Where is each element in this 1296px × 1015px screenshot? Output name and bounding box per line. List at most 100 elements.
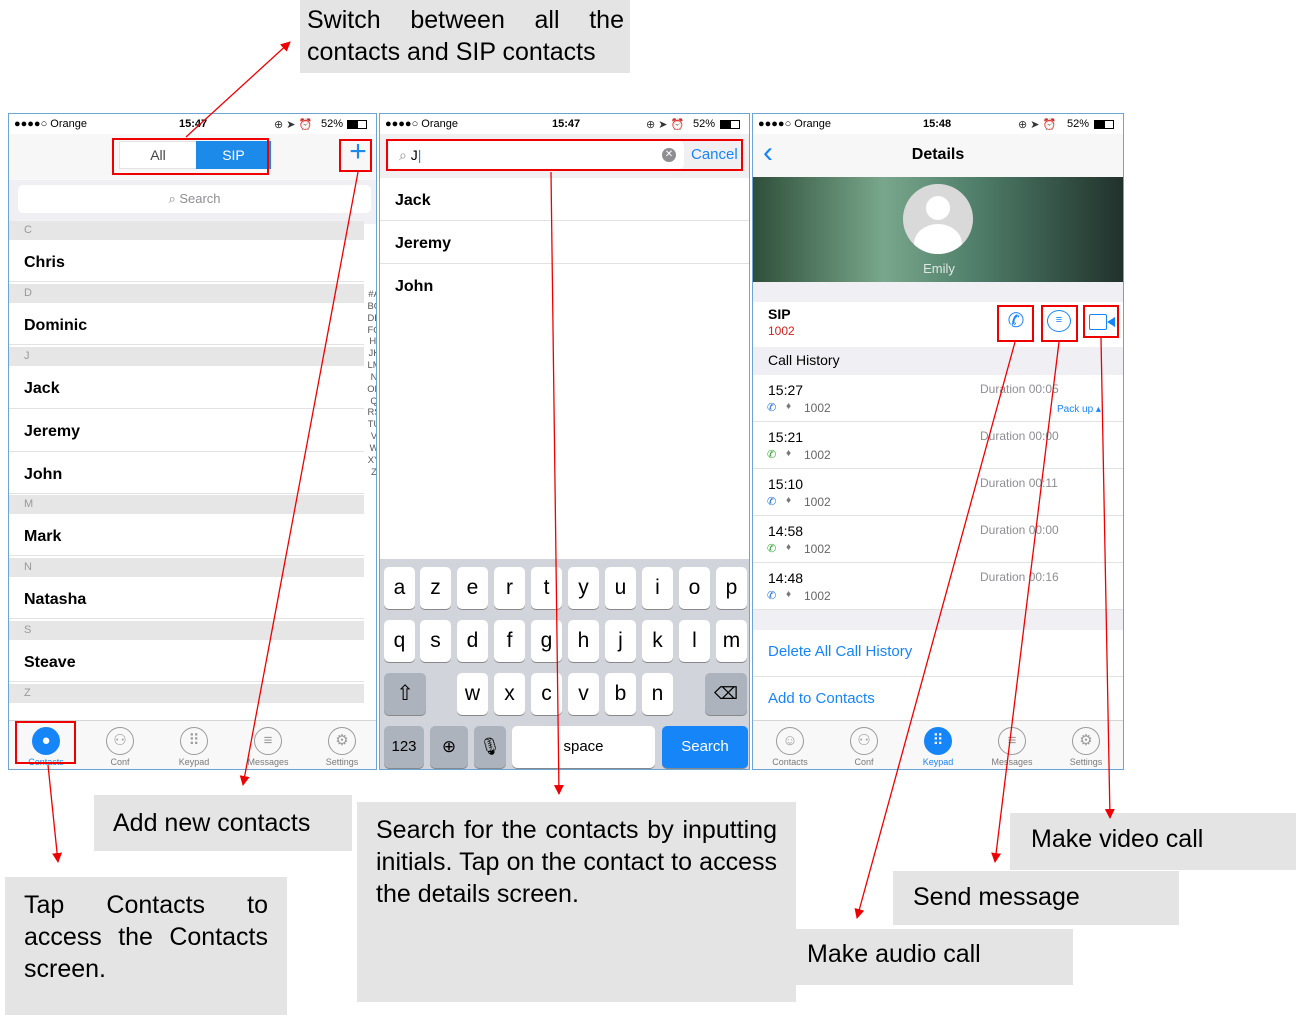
status-icons: ⊕ ➤ ⏰ bbox=[646, 119, 685, 131]
section-header: C bbox=[9, 221, 364, 240]
key[interactable]: w bbox=[457, 673, 488, 715]
space-key[interactable]: space bbox=[512, 726, 655, 768]
carrier: ●●●●○ Orange bbox=[385, 118, 458, 130]
messages-icon: ≡ bbox=[998, 727, 1026, 755]
microphone-icon: 🎙 bbox=[479, 737, 501, 756]
tab-messages[interactable]: ≡ Messages bbox=[231, 721, 305, 769]
key[interactable]: v bbox=[568, 673, 599, 715]
key[interactable]: p bbox=[716, 567, 747, 609]
call-direction-icon: ✆ bbox=[767, 496, 777, 508]
tab-contacts[interactable]: ☺ Contacts bbox=[753, 721, 827, 769]
numbers-key[interactable]: 123 bbox=[384, 726, 424, 768]
settings-icon: ⚙ bbox=[1072, 727, 1100, 755]
tab-keypad[interactable]: ⠿ Keypad bbox=[901, 721, 975, 769]
add-to-contacts-button[interactable]: Add to Contacts bbox=[753, 677, 1123, 722]
globe-key[interactable]: ⊕ bbox=[430, 726, 468, 768]
key[interactable]: f bbox=[494, 620, 525, 662]
key[interactable]: o bbox=[679, 567, 710, 609]
list-item[interactable]: Jack bbox=[380, 178, 749, 221]
section-header: Z bbox=[9, 684, 364, 703]
list-item[interactable]: Dominic bbox=[9, 303, 364, 345]
key[interactable]: a bbox=[384, 567, 415, 609]
call-duration: Duration 00:11 bbox=[980, 476, 1058, 490]
search-key[interactable]: Search bbox=[662, 726, 748, 768]
key[interactable]: q bbox=[384, 620, 415, 662]
key[interactable]: i bbox=[642, 567, 673, 609]
callout-message: Send message bbox=[893, 871, 1179, 925]
tab-conf[interactable]: ⚇ Conf bbox=[827, 721, 901, 769]
call-direction-icon: ✆ bbox=[767, 449, 777, 461]
key[interactable]: x bbox=[494, 673, 525, 715]
call-history-row[interactable]: 15:10 ✆ ♦ 1002 Duration 00:11 bbox=[753, 469, 1123, 516]
key[interactable]: s bbox=[420, 620, 451, 662]
list-item[interactable]: John bbox=[9, 452, 364, 494]
list-item[interactable]: Jeremy bbox=[9, 409, 364, 452]
delete-all-history-button[interactable]: Delete All Call History bbox=[753, 630, 1123, 677]
backspace-key[interactable]: ⌫ bbox=[705, 673, 747, 715]
call-history-row[interactable]: 14:58 ✆ ♦ 1002 Duration 00:00 bbox=[753, 516, 1123, 563]
search-input[interactable]: ⌕ Search bbox=[18, 185, 371, 213]
key[interactable]: h bbox=[568, 620, 599, 662]
callout-tap-contacts: Tap Contacts to access the Contacts scre… bbox=[5, 877, 287, 1015]
list-item[interactable]: Jack bbox=[9, 366, 364, 409]
section-index[interactable]: #ABCDEFGHIJKLMNOPQRSTUVWXYZ bbox=[367, 288, 376, 478]
key[interactable]: d bbox=[457, 620, 488, 662]
key[interactable]: e bbox=[457, 567, 488, 609]
key[interactable]: b bbox=[605, 673, 636, 715]
call-history-row[interactable]: 15:21 ✆ ♦ 1002 Duration 00:00 bbox=[753, 422, 1123, 469]
tab-keypad[interactable]: ⠿ Keypad bbox=[157, 721, 231, 769]
key[interactable]: t bbox=[531, 567, 562, 609]
key[interactable]: l bbox=[679, 620, 710, 662]
sip-label: SIP bbox=[768, 306, 791, 322]
search-icon: ⌕ bbox=[168, 191, 180, 206]
key[interactable]: z bbox=[420, 567, 451, 609]
battery-icon bbox=[720, 120, 740, 129]
spacer bbox=[753, 610, 1123, 630]
messages-icon: ≡ bbox=[254, 727, 282, 755]
battery-percent: 52% bbox=[321, 118, 344, 130]
shift-icon: ⇧ bbox=[396, 682, 414, 705]
keypad-icon: ⠿ bbox=[180, 727, 208, 755]
call-number: 1002 bbox=[804, 495, 831, 509]
clock: 15:47 bbox=[552, 118, 581, 130]
dictation-key[interactable]: 🎙 bbox=[474, 726, 506, 768]
highlight-contacts-tab bbox=[15, 721, 76, 764]
conf-icon: ⚇ bbox=[850, 727, 878, 755]
key[interactable]: c bbox=[531, 673, 562, 715]
key[interactable]: n bbox=[642, 673, 673, 715]
list-item[interactable]: Jeremy bbox=[380, 221, 749, 264]
key[interactable]: k bbox=[642, 620, 673, 662]
call-history-row[interactable]: 14:48 ✆ ♦ 1002 Duration 00:16 bbox=[753, 563, 1123, 610]
list-item[interactable]: Mark bbox=[9, 514, 364, 556]
highlight-audio-call bbox=[997, 305, 1034, 342]
list-item[interactable]: Natasha bbox=[9, 577, 364, 619]
list-item[interactable]: John bbox=[380, 264, 749, 307]
key[interactable]: m bbox=[716, 620, 747, 662]
clock: 15:47 bbox=[179, 118, 208, 130]
tab-conf[interactable]: ⚇ Conf bbox=[83, 721, 157, 769]
tab-settings[interactable]: ⚙ Settings bbox=[1049, 721, 1123, 769]
list-item[interactable]: Steave bbox=[9, 640, 364, 682]
shift-key[interactable]: ⇧ bbox=[384, 673, 426, 715]
tab-settings[interactable]: ⚙ Settings bbox=[305, 721, 376, 769]
call-duration: Duration 00:00 bbox=[980, 523, 1059, 537]
profile-banner: Emily bbox=[753, 177, 1123, 282]
section-header: J bbox=[9, 347, 364, 366]
backspace-icon: ⌫ bbox=[713, 684, 739, 703]
key[interactable]: j bbox=[605, 620, 636, 662]
key[interactable]: u bbox=[605, 567, 636, 609]
call-time: 14:48 bbox=[768, 570, 804, 586]
key[interactable]: y bbox=[568, 567, 599, 609]
call-duration: Duration 00:05 bbox=[980, 382, 1059, 396]
contact-name: Emily bbox=[923, 261, 955, 276]
call-number: 1002 bbox=[804, 589, 831, 603]
status-bar: ●●●●○ Orange 15:47 ⊕ ➤ ⏰ 52% bbox=[9, 114, 376, 134]
tab-messages[interactable]: ≡ Messages bbox=[975, 721, 1049, 769]
key[interactable]: r bbox=[494, 567, 525, 609]
list-item[interactable]: Chris bbox=[9, 240, 364, 282]
pack-up-link[interactable]: Pack up ▴ bbox=[1057, 404, 1101, 415]
highlight-search-bar bbox=[386, 139, 743, 171]
search-screen: ●●●●○ Orange 15:47 ⊕ ➤ ⏰ 52% ⌕ J| ✕ Canc… bbox=[379, 113, 750, 770]
highlight-segment bbox=[112, 138, 269, 175]
key[interactable]: g bbox=[531, 620, 562, 662]
